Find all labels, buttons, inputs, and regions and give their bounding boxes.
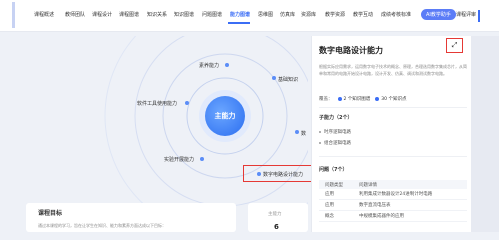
selected-node-highlight — [243, 165, 312, 182]
question-type-cell: 应用 — [325, 203, 334, 208]
question-table: 问题类型 问题详情 应用 利用集成计数器设计24进制计时电路 应用 数字直流电压… — [319, 180, 467, 222]
nav-right-accent — [478, 10, 480, 22]
top-navigation: 课程概述 教师团队 课程设计 课程图谱 知识关系 知识图谱 问题图谱 能力图谱 … — [0, 0, 499, 32]
nav-item-mind-map[interactable]: 思维图 — [258, 11, 273, 18]
nav-item-course-overview[interactable]: 课程概述 — [34, 11, 54, 18]
knowledge-point-count-label: 30 个知识点 — [381, 97, 407, 102]
knowledge-graph-count[interactable]: 2 个知识图谱 — [337, 96, 371, 102]
question-detail-cell: 中规模集成器件的应用 — [359, 214, 404, 219]
right-scroll-area[interactable] — [471, 36, 499, 232]
graph-rings — [104, 36, 308, 211]
coverage-meta: 覆盖： 2 个知识图谱 30 个知识点 — [319, 96, 406, 102]
nav-item-teacher-team[interactable]: 教师团队 — [65, 11, 85, 18]
table-row[interactable]: 应用 利用集成计数器设计24进制计时电路 — [319, 189, 467, 200]
sub-ability-title: 子能力（2个） — [319, 115, 353, 121]
table-row[interactable]: 应用 数字直流电压表 — [319, 200, 467, 211]
nav-item-teaching-interaction[interactable]: 教学互动 — [353, 11, 373, 18]
nav-item-knowledge-graph[interactable]: 知识图谱 — [174, 11, 194, 18]
question-type-cell: 应用 — [325, 192, 334, 197]
sub-ability-label: 时序逻辑电路 — [324, 130, 351, 135]
node-label-literacy[interactable]: 素养能力 — [199, 62, 219, 69]
node-label-digital[interactable]: 数 — [301, 130, 306, 137]
node-dot-basic-knowledge[interactable] — [272, 76, 276, 80]
nav-item-teaching-resources[interactable]: 教学资源 — [325, 11, 345, 18]
nav-item-question-graph[interactable]: 问题图谱 — [202, 11, 222, 18]
stat-label: 主能力 — [268, 212, 282, 217]
nav-item-simulation[interactable]: 仿真库 — [280, 11, 295, 18]
detail-title: 数字电路设计能力 — [319, 46, 383, 55]
nav-item-course-design[interactable]: 课程设计 — [92, 11, 112, 18]
node-label-basic-knowledge[interactable]: 基础知识 — [278, 76, 298, 83]
bullet-icon — [319, 131, 321, 133]
node-label-software-tools[interactable]: 软件工具使用能力 — [137, 100, 177, 107]
table-row[interactable]: 概念 中规模集成器件的应用 — [319, 211, 467, 222]
detail-description: 根据实际应用需求，运用数字电子技术的概念、原理，合理选用数字集成芯片，从简单和常… — [319, 64, 467, 76]
question-detail-cell: 数字直流电压表 — [359, 203, 391, 208]
graph-dot-icon — [337, 97, 342, 101]
sub-ability-item[interactable]: 组合逻辑电路 — [319, 140, 351, 146]
expand-icon: ⤢ — [451, 41, 458, 49]
sub-ability-item[interactable]: 时序逻辑电路 — [319, 129, 351, 135]
node-dot-digital[interactable] — [295, 130, 299, 134]
nav-item-course-review[interactable]: 课程评审 — [456, 11, 476, 18]
main-ability-stat-card: 主能力 6 — [248, 203, 308, 232]
divider — [319, 156, 467, 157]
divider — [319, 107, 467, 108]
question-detail-cell: 利用集成计数器设计24进制计时电路 — [359, 192, 433, 197]
node-label-experiment[interactable]: 实验开展能力 — [164, 156, 194, 163]
knowledge-point-count[interactable]: 30 个知识点 — [375, 96, 406, 102]
node-dot-experiment[interactable] — [200, 157, 204, 161]
node-dot-software-tools[interactable] — [185, 101, 189, 105]
ability-graph: 主能力 素养能力 基础知识 软件工具使用能力 数 实验开展能力 数字电路设计能力 — [18, 36, 308, 211]
course-goal-text: 通过本课程的学习，旨在让学生在知识、能力和素养方面达成以下目标： — [38, 223, 166, 228]
expand-button[interactable]: ⤢ — [446, 38, 463, 53]
nav-item-grading-standard[interactable]: 成绩考核标准 — [381, 11, 411, 18]
nav-item-knowledge-relation[interactable]: 知识关系 — [147, 11, 167, 18]
nav-accent — [12, 2, 15, 28]
active-tab-indicator — [228, 22, 250, 24]
nav-item-course-map[interactable]: 课程图谱 — [119, 11, 139, 18]
sub-ability-label: 组合逻辑电路 — [324, 141, 351, 146]
coverage-label: 覆盖： — [319, 97, 333, 102]
course-goal-card: 课程目标 通过本课程的学习，旨在让学生在知识、能力和素养方面达成以下目标： — [26, 203, 236, 232]
question-type-cell: 概念 — [325, 214, 334, 219]
node-dot-literacy[interactable] — [225, 63, 229, 67]
ability-detail-panel: 数字电路设计能力 ⤢ 根据实际应用需求，运用数字电子技术的概念、原理，合理选用数… — [311, 36, 471, 232]
center-node-main-ability[interactable]: 主能力 — [205, 96, 245, 136]
knowledge-graph-count-label: 2 个知识图谱 — [343, 97, 371, 102]
bullet-icon — [319, 142, 321, 144]
nav-item-ai-assistant[interactable]: AI教学助手 — [421, 9, 456, 20]
header-question-type: 问题类型 — [325, 182, 343, 188]
stat-value: 6 — [274, 223, 279, 231]
header-question-detail: 问题详情 — [359, 182, 377, 188]
question-table-header: 问题类型 问题详情 — [319, 180, 467, 189]
course-goal-title: 课程目标 — [38, 210, 63, 217]
point-dot-icon — [375, 97, 380, 101]
nav-item-resource-library[interactable]: 资源库 — [301, 11, 316, 18]
question-title: 问题（7个） — [319, 167, 348, 173]
nav-item-ability-graph[interactable]: 能力图谱 — [230, 11, 250, 18]
